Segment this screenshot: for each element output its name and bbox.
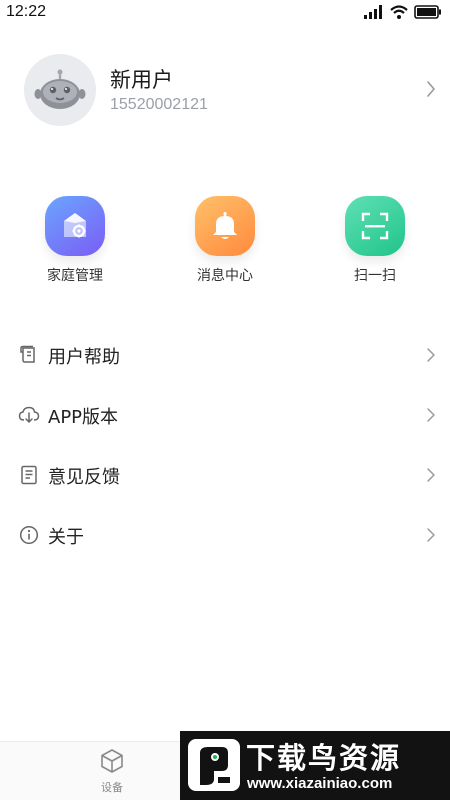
scan-label: 扫一扫 [354,268,396,284]
status-bar: 12:22 [0,0,450,26]
menu-item-app-version[interactable]: APP版本 [0,385,450,445]
menu-label-feedback: 意见反馈 [48,467,120,488]
chevron-right-icon[interactable] [426,80,436,98]
chevron-right-icon [427,468,435,482]
robot-avatar-icon [34,69,86,109]
cube-icon [101,749,123,773]
chevron-right-icon [427,348,435,362]
settings-menu: 用户帮助 APP版本 意见反馈 关于 [0,325,450,565]
profile-header[interactable]: 新用户 15520002121 [0,52,450,128]
profile-phone: 15520002121 [110,96,208,113]
signal-icon [364,5,382,19]
message-center-label: 消息中心 [197,268,253,284]
scan-button[interactable]: 扫一扫 [320,196,430,285]
bird-logo-icon [188,739,240,791]
quick-actions: 家庭管理 消息中心 扫一扫 [0,196,450,296]
menu-item-about[interactable]: 关于 [0,505,450,565]
menu-label-app-version: APP版本 [48,407,119,428]
home-management-label: 家庭管理 [47,268,103,284]
document-icon [18,464,40,486]
chevron-right-icon [427,528,435,542]
battery-icon [414,5,441,19]
bell-icon [195,196,255,256]
watermark-banner: 下载鸟资源 www.xiazainiao.com [180,731,450,800]
watermark-title: 下载鸟资源 [246,741,402,775]
menu-label-user-help: 用户帮助 [48,347,120,368]
avatar[interactable] [24,54,96,126]
chevron-right-icon [427,408,435,422]
nav-label-devices: 设备 [101,781,123,794]
help-scroll-icon [18,344,40,366]
home-management-button[interactable]: 家庭管理 [20,196,130,285]
profile-name: 新用户 [110,68,173,92]
watermark-url: www.xiazainiao.com [247,775,393,792]
status-icons [364,5,442,19]
info-icon [18,524,40,546]
nav-tab-devices[interactable]: 设备 [72,748,152,795]
profile-page: 12:22 新用户 15520002121 家庭管理 消息中心 扫一扫 用户帮助… [0,0,450,800]
cloud-download-icon [18,404,40,426]
menu-item-feedback[interactable]: 意见反馈 [0,445,450,505]
menu-label-about: 关于 [48,527,84,548]
wifi-icon [390,5,408,19]
status-time: 12:22 [6,3,47,20]
home-gear-icon [45,196,105,256]
scan-icon [345,196,405,256]
menu-item-user-help[interactable]: 用户帮助 [0,325,450,385]
message-center-button[interactable]: 消息中心 [170,196,280,285]
